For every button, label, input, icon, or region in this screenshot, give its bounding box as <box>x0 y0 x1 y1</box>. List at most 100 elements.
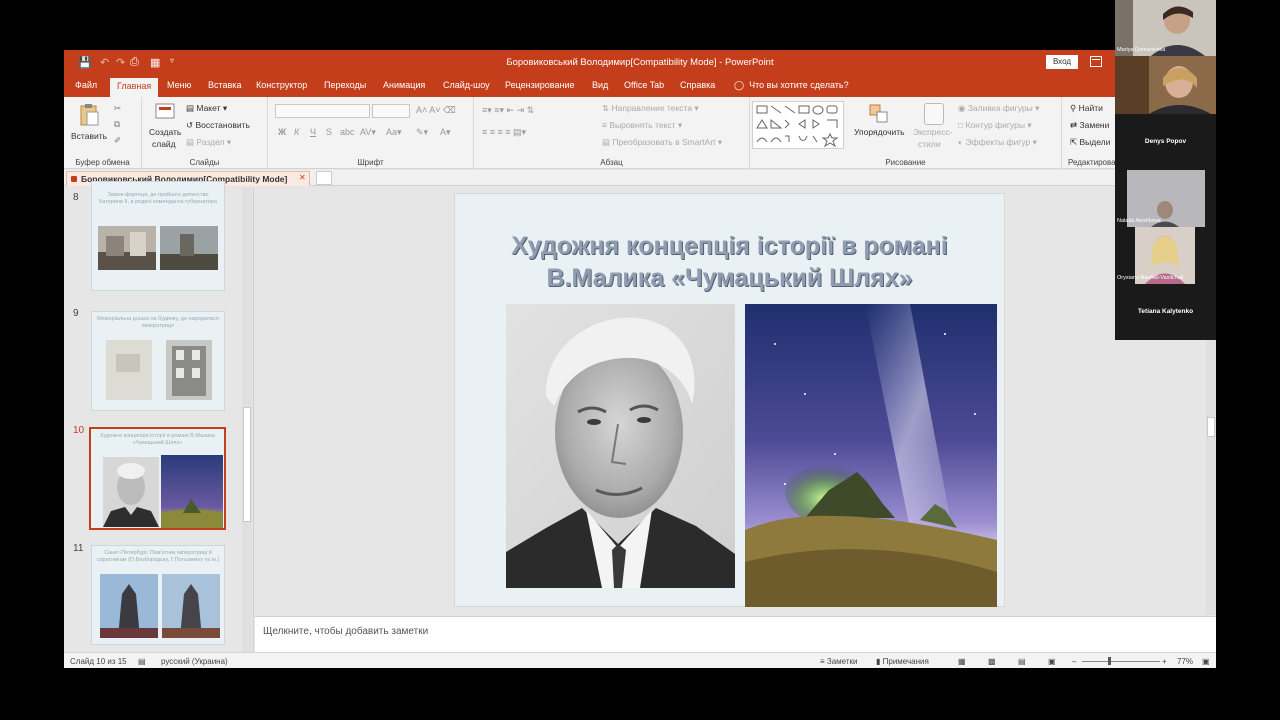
select-button[interactable]: ⇱ Выдели <box>1070 137 1110 148</box>
align-text-button[interactable]: ≡ Выровнять текст ▾ <box>602 120 682 131</box>
replace-button[interactable]: ⇄ Замени <box>1070 120 1109 131</box>
notes-placeholder: Щелкните, чтобы добавить заметки <box>263 626 429 637</box>
shadow-icon[interactable]: S <box>326 127 332 137</box>
participant-name: Orysiana Nashkil-Vasilchuk <box>1117 275 1184 281</box>
tab-home[interactable]: Главная <box>110 78 159 97</box>
quick-styles-button-line2[interactable]: стили <box>918 139 941 149</box>
layout-button[interactable]: ▤ Макет ▾ <box>186 103 227 114</box>
notes-pane[interactable]: Щелкните, чтобы добавить заметки <box>255 616 1216 652</box>
quick-styles-button[interactable]: Экспресс- <box>913 127 953 137</box>
section-button[interactable]: ▤ Раздел ▾ <box>186 137 231 148</box>
tell-me-search[interactable]: ◯ Что вы хотите сделать? <box>734 80 849 91</box>
slide-title[interactable]: Художня концепція історії в романі В.Мал… <box>455 230 1004 294</box>
tab-menu[interactable]: Меню <box>167 80 191 90</box>
editor-scrollbar-thumb[interactable] <box>1207 417 1215 437</box>
char-spacing-icon[interactable]: AV▾ <box>360 127 376 138</box>
tab-transitions[interactable]: Переходы <box>324 80 366 90</box>
change-case-icon[interactable]: Aa▾ <box>386 127 402 138</box>
cut-icon[interactable]: ✂ <box>114 103 121 114</box>
new-tab-button[interactable] <box>316 171 332 185</box>
underline-icon[interactable]: Ч <box>310 127 316 137</box>
tab-view[interactable]: Вид <box>592 80 608 90</box>
comments-toggle[interactable]: ▮ Примечания <box>876 657 929 666</box>
slide-canvas[interactable]: Художня концепція історії в романі В.Мал… <box>454 193 1005 607</box>
thumbnail-scrollbar-thumb[interactable] <box>243 407 251 522</box>
strikethrough-icon[interactable]: abc <box>340 127 355 137</box>
tab-office-tab[interactable]: Office Tab <box>624 80 664 90</box>
participant-tile[interactable]: Mariya Domanivska <box>1115 0 1216 56</box>
tab-help[interactable]: Справка <box>680 80 715 90</box>
shapes-gallery[interactable] <box>752 101 844 149</box>
fit-to-window-icon[interactable]: ▣ <box>1202 657 1210 666</box>
zoom-slider[interactable] <box>1082 661 1160 662</box>
reset-button[interactable]: ↺ Восстановить <box>186 120 250 131</box>
shape-fill-button[interactable]: ◉ Заливка фигуры ▾ <box>958 103 1039 114</box>
slide-number: 11 <box>73 543 84 554</box>
highlight-icon[interactable]: ✎▾ <box>416 127 428 138</box>
new-slide-icon[interactable] <box>154 102 176 126</box>
new-slide-button-line2[interactable]: слайд <box>152 139 176 149</box>
shape-outline-button[interactable]: □ Контур фигуры ▾ <box>958 120 1032 131</box>
video-participants-panel: Mariya Domanivska Denys Popov Natalia Al… <box>1115 0 1216 340</box>
shape-effects-label: Эффекты фигур <box>965 137 1031 147</box>
new-slide-button[interactable]: Создать <box>149 127 181 137</box>
slide-counter[interactable]: Слайд 10 из 15 <box>70 657 127 666</box>
align-icons[interactable]: ≡ ≡ ≡ ≡ ▤▾ <box>482 127 526 138</box>
paste-icon[interactable] <box>78 103 100 127</box>
participant-tile[interactable]: Denys Popov <box>1115 114 1216 170</box>
quick-styles-icon[interactable] <box>924 103 944 125</box>
slide-number: 10 <box>73 425 85 436</box>
copy-icon[interactable]: ⧉ <box>114 119 120 130</box>
shape-effects-button[interactable]: ◐ Эффекты фигур ▾ <box>958 137 1037 148</box>
reset-label: Восстановить <box>195 120 250 130</box>
ribbon-display-options-icon[interactable] <box>1090 56 1102 67</box>
smartart-button[interactable]: ▤ Преобразовать в SmartArt ▾ <box>602 137 722 148</box>
font-size-combo[interactable] <box>372 104 410 118</box>
tab-slideshow[interactable]: Слайд-шоу <box>443 80 490 90</box>
zoom-level[interactable]: 77% <box>1177 657 1193 666</box>
slide-thumbnail-9[interactable]: Меморіальна дошка на будинку, де народил… <box>91 311 225 411</box>
tab-file[interactable]: Файл <box>75 80 97 90</box>
zoom-out-icon[interactable]: – <box>1072 657 1076 666</box>
italic-icon[interactable]: К <box>294 127 299 137</box>
tab-design[interactable]: Конструктор <box>256 80 307 90</box>
spellcheck-icon[interactable]: ▤ <box>138 657 146 666</box>
close-tab-icon[interactable]: ✕ <box>299 173 306 182</box>
milky-way-photo[interactable] <box>745 304 997 607</box>
bullets-icon[interactable]: ≡▾ ≡▾ ⇤ ⇥ ⇅ <box>482 105 534 116</box>
slide-thumbnail-8[interactable]: Замок-фортеця, де пройшло дитинство Кате… <box>91 181 225 291</box>
participant-tile[interactable]: Orysiana Nashkil-Vasilchuk <box>1115 227 1216 284</box>
arrange-button[interactable]: Упорядочить <box>854 127 905 137</box>
participant-tile[interactable] <box>1115 56 1216 114</box>
normal-view-icon[interactable]: ▦ <box>958 657 966 666</box>
text-direction-button[interactable]: ⇅ Направление текста ▾ <box>602 103 699 114</box>
tab-review[interactable]: Рецензирование <box>505 80 575 90</box>
zoom-in-icon[interactable]: + <box>1162 657 1167 666</box>
author-portrait-photo[interactable] <box>506 304 735 588</box>
notes-toggle[interactable]: ≡ Заметки <box>820 657 858 666</box>
zoom-slider-thumb[interactable] <box>1108 657 1111 665</box>
slideshow-view-icon[interactable]: ▣ <box>1048 657 1056 666</box>
participant-tile[interactable]: Natalia Aleshkova <box>1115 170 1216 227</box>
arrange-icon[interactable] <box>868 103 890 125</box>
font-family-combo[interactable] <box>275 104 370 118</box>
font-color-icon[interactable]: A▾ <box>440 127 451 138</box>
font-grow-shrink-icons[interactable]: A˄ A˅ ⌫ <box>416 105 456 116</box>
slide-title-line2: В.Малика «Чумацький Шлях» <box>546 264 913 292</box>
slide-thumbnail-10[interactable]: Художня концепція історії в романі В.Мал… <box>89 427 226 530</box>
tab-insert[interactable]: Вставка <box>208 80 241 90</box>
login-button[interactable]: Вход <box>1046 55 1078 69</box>
participant-tile[interactable]: Tetiana Kalytenko <box>1115 284 1216 340</box>
slide-editor: Художня концепція історії в романі В.Мал… <box>255 187 1216 615</box>
slide-thumbnail-11[interactable]: Санкт-Петербург. Пам'ятник імператриці й… <box>91 545 225 645</box>
format-painter-icon[interactable]: ✐ <box>114 135 121 146</box>
status-bar: Слайд 10 из 15 ▤ русский (Украина) ≡ Зам… <box>64 652 1216 668</box>
paste-button[interactable]: Вставить <box>71 131 107 141</box>
participant-name: Mariya Domanivska <box>1117 47 1166 53</box>
tab-animations[interactable]: Анимация <box>383 80 425 90</box>
slide-sorter-icon[interactable]: ▩ <box>988 657 996 666</box>
bold-icon[interactable]: Ж <box>278 127 286 137</box>
language-indicator[interactable]: русский (Украина) <box>161 657 228 666</box>
reading-view-icon[interactable]: ▤ <box>1018 657 1026 666</box>
find-button[interactable]: ⚲ Найти <box>1070 103 1103 114</box>
